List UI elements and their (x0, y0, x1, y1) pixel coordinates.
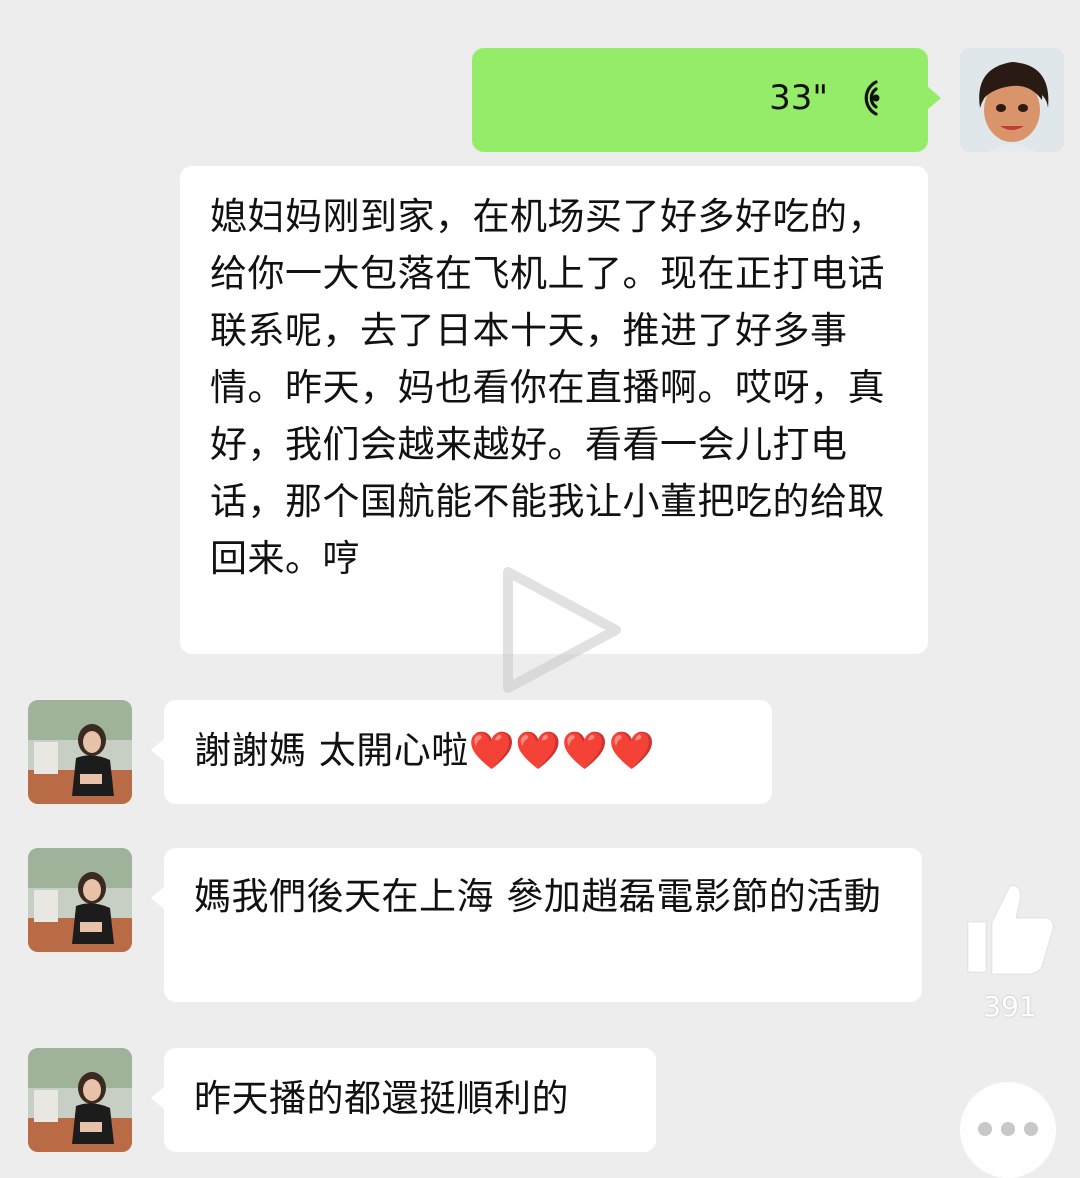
message-bubble-reply2[interactable]: 媽我們後天在上海 參加趙磊電影節的活動 (151, 848, 922, 1002)
more-dots-icon[interactable] (960, 1082, 1056, 1178)
photo-avatar-image (28, 1048, 132, 1152)
bubble-tail (151, 886, 165, 910)
receiver-avatar[interactable] (28, 1048, 132, 1152)
message-text: 昨天播的都還挺順利的 (194, 1077, 569, 1120)
photo-avatar-image (28, 700, 132, 804)
dot (1024, 1122, 1038, 1136)
sender-avatar[interactable] (960, 48, 1064, 152)
message-text: 謝謝媽 太開心啦 (194, 729, 469, 772)
thumbs-up-icon[interactable] (962, 878, 1058, 978)
dot (1001, 1122, 1015, 1136)
voice-duration: 33" (769, 78, 828, 118)
heart-emoji: ❤️❤️❤️❤️ (468, 729, 656, 772)
voice-message-bubble[interactable]: 33" (472, 48, 941, 152)
bubble-tail (151, 1086, 165, 1110)
like-count: 391 (983, 990, 1037, 1023)
photo-avatar-image (28, 848, 132, 952)
message-bubble-reply1[interactable]: 謝謝媽 太開心啦❤️❤️❤️❤️ (151, 700, 772, 804)
receiver-avatar[interactable] (28, 848, 132, 952)
bubble-tail (927, 86, 941, 110)
receiver-avatar[interactable] (28, 700, 132, 804)
message-text: 媳妇妈刚到家，在机场买了好多好吃的，给你一大包落在飞机上了。现在正打电话联系呢，… (210, 195, 885, 580)
message-bubble-reply3[interactable]: 昨天播的都還挺順利的 (151, 1048, 656, 1152)
cartoon-avatar-image (960, 48, 1064, 152)
voice-wave-icon (864, 80, 880, 116)
play-icon[interactable] (478, 560, 628, 700)
dot (978, 1122, 992, 1136)
message-text: 媽我們後天在上海 參加趙磊電影節的活動 (194, 875, 882, 918)
bubble-tail (151, 738, 165, 762)
